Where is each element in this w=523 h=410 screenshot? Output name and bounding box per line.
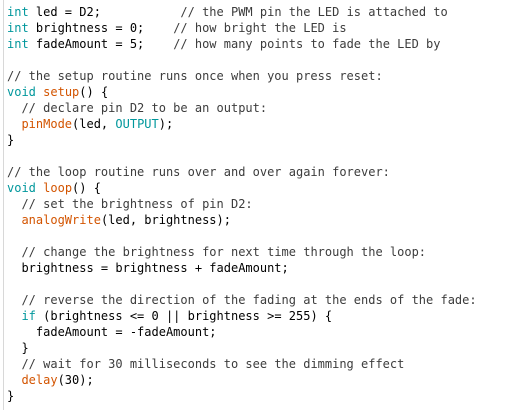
code-editor[interactable]: int led = D2; // the PWM pin the LED is … xyxy=(0,0,523,410)
code-line: analogWrite(led, brightness); xyxy=(7,212,477,228)
code-line: // the loop routine runs over and over a… xyxy=(7,164,477,180)
code-token: brightness = 0; xyxy=(28,21,174,35)
code-line: int led = D2; // the PWM pin the LED is … xyxy=(7,4,477,20)
code-line: void setup() { xyxy=(7,84,477,100)
comment-token: // the PWM pin the LED is attached to xyxy=(180,5,448,19)
keyword-token: void xyxy=(7,85,36,99)
function-token: loop xyxy=(43,181,73,195)
keyword-token: int xyxy=(7,21,29,35)
code-line: fadeAmount = -fadeAmount; xyxy=(7,324,477,340)
code-token: (30); xyxy=(57,373,94,387)
keyword-token: int xyxy=(7,37,29,51)
code-line: int fadeAmount = 5; // how many points t… xyxy=(7,36,477,52)
keyword-token: int xyxy=(7,5,29,19)
comment-token: // change the brightness for next time t… xyxy=(21,245,427,259)
code-token: (led, xyxy=(72,117,116,131)
comment-token: // the setup routine runs once when you … xyxy=(7,69,383,83)
code-token: } xyxy=(7,341,29,355)
code-line: // declare pin D2 to be an output: xyxy=(7,100,477,116)
code-line: // change the brightness for next time t… xyxy=(7,244,477,260)
function-token: delay xyxy=(21,373,58,387)
function-token: setup xyxy=(43,85,80,99)
code-line: void loop() { xyxy=(7,180,477,196)
code-token: led = D2; xyxy=(28,5,181,19)
code-token: () { xyxy=(79,85,109,99)
code-line: } xyxy=(7,388,477,404)
code-line: pinMode(led, OUTPUT); xyxy=(7,116,477,132)
comment-token: // set the brightness of pin D2: xyxy=(21,197,253,211)
code-line: } xyxy=(7,132,477,148)
comment-token: // declare pin D2 to be an output: xyxy=(21,101,268,115)
code-token: } xyxy=(7,133,15,147)
code-token: (led, brightness); xyxy=(100,213,231,227)
code-token: brightness = brightness + fadeAmount; xyxy=(7,261,289,275)
comment-token: // how many points to fade the LED by xyxy=(173,37,441,51)
comment-token: // wait for 30 milliseconds to see the d… xyxy=(21,357,405,371)
keyword-token: void xyxy=(7,181,36,195)
code-token: () { xyxy=(72,181,101,195)
gutter-divider xyxy=(3,0,4,410)
keyword-token: if xyxy=(21,309,36,323)
code-line: // set the brightness of pin D2: xyxy=(7,196,477,212)
code-token: } xyxy=(7,389,15,403)
code-line: // wait for 30 milliseconds to see the d… xyxy=(7,356,477,372)
code-line: if (brightness <= 0 || brightness >= 255… xyxy=(7,308,477,324)
code-token: (brightness <= 0 || brightness >= 255) { xyxy=(35,309,333,323)
code-token: fadeAmount = -fadeAmount; xyxy=(7,325,217,339)
comment-token: // reverse the direction of the fading a… xyxy=(21,293,477,307)
comment-token: // the loop routine runs over and over a… xyxy=(7,165,390,179)
code-line: delay(30); xyxy=(7,372,477,388)
code-token: ); xyxy=(158,117,174,131)
code-line: int brightness = 0; // how bright the LE… xyxy=(7,20,477,36)
code-token: fadeAmount = 5; xyxy=(28,37,174,51)
function-token: pinMode xyxy=(21,117,73,131)
function-token: analogWrite xyxy=(21,213,101,227)
code-line: // reverse the direction of the fading a… xyxy=(7,292,477,308)
code-line: // the setup routine runs once when you … xyxy=(7,68,477,84)
code-line: brightness = brightness + fadeAmount; xyxy=(7,260,477,276)
code-text-area[interactable]: int led = D2; // the PWM pin the LED is … xyxy=(7,4,477,404)
comment-token: // how bright the LED is xyxy=(173,21,347,35)
code-line: } xyxy=(7,340,477,356)
constant-token: OUTPUT xyxy=(115,117,159,131)
